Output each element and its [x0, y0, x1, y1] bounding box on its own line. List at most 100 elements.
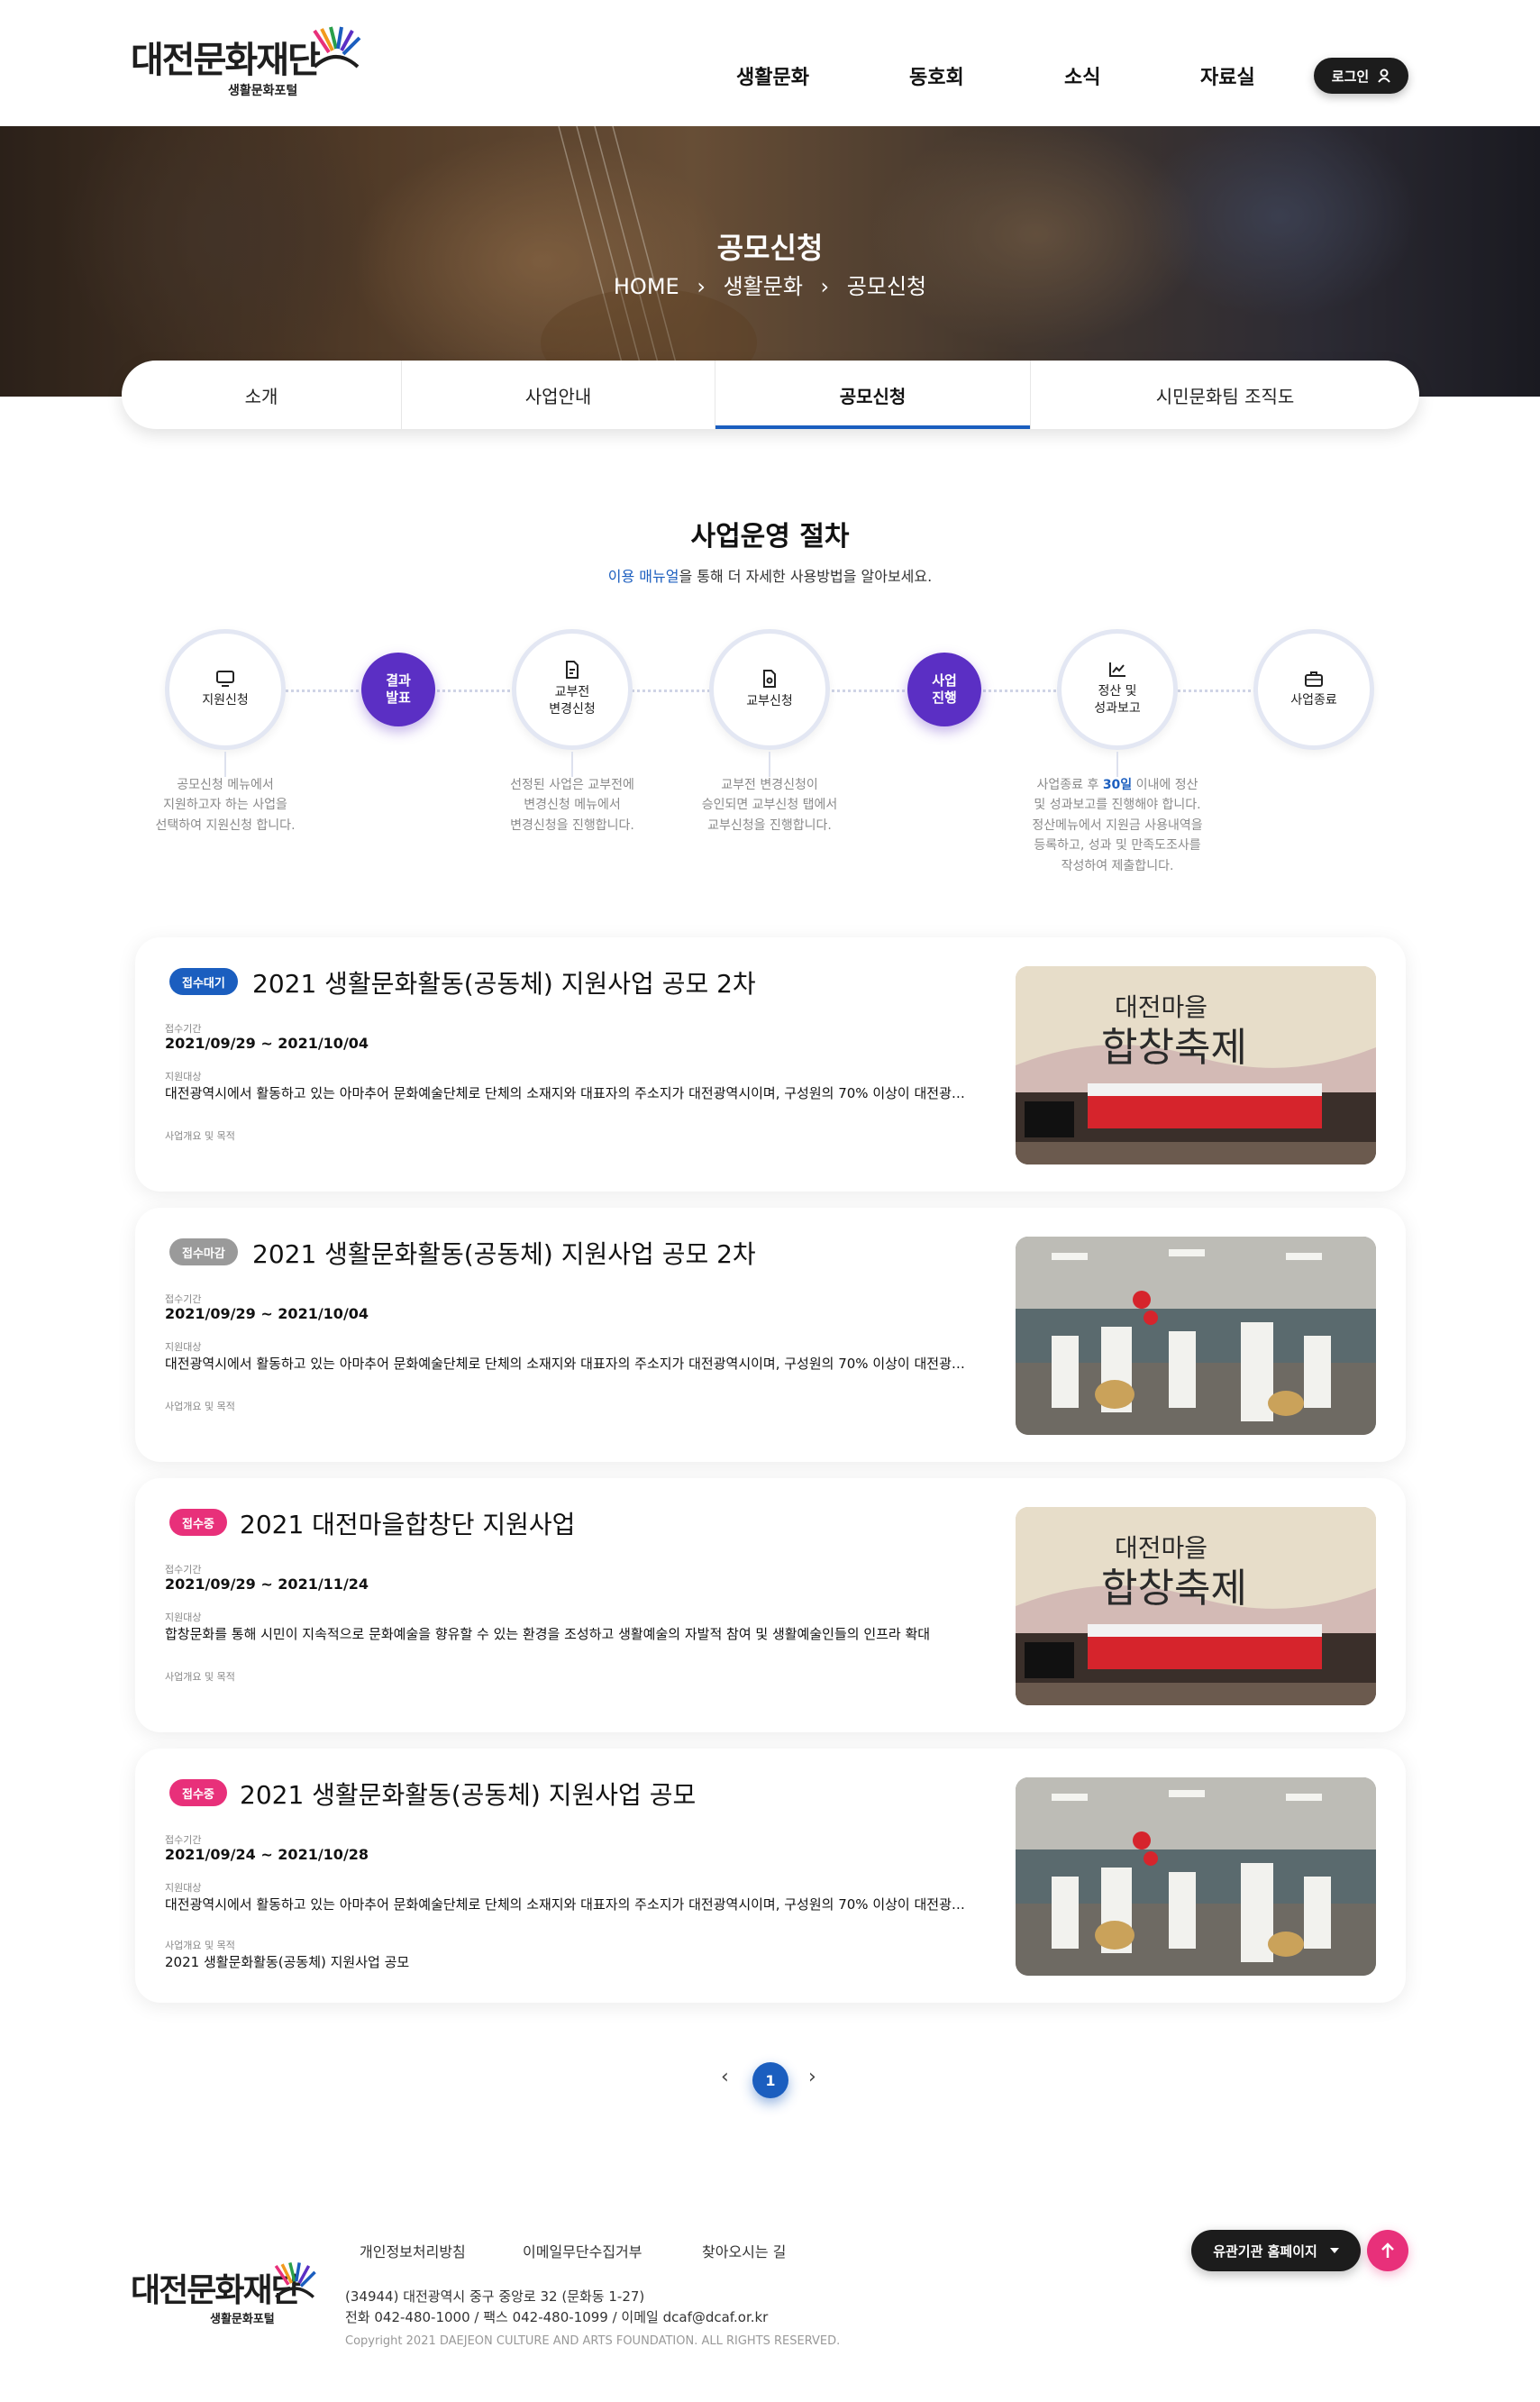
logo-sub-text: 생활문화포털 — [210, 2313, 275, 2326]
choir-photo: 대전마을 합창축제 — [1016, 966, 1376, 1164]
contest-card[interactable]: 접수대기 2021 생활문화활동(공동체) 지원사업 공모 2차 접수기간 20… — [135, 937, 1406, 1192]
traditional-performance-photo — [1016, 1777, 1376, 1976]
choir-photo: 대전마을 합창축제 — [1016, 1507, 1376, 1705]
tab-business-guide[interactable]: 사업안내 — [401, 361, 715, 429]
step-progress: 사업 진행 — [907, 653, 981, 726]
period-value: 2021/09/29 ~ 2021/10/04 — [165, 1035, 369, 1052]
tab-application[interactable]: 공모신청 — [715, 361, 1030, 429]
site-logo[interactable]: 대전문화재단 생활문화포털 — [131, 25, 365, 106]
svg-text:합창축제: 합창축제 — [1101, 1025, 1247, 1071]
step-grant-request-desc: 교부전 변경신청이 승인되면 교부신청 탭에서 교부신청을 진행합니다. — [701, 778, 838, 833]
purpose-label: 사업개요 및 목적 — [165, 1401, 235, 1412]
target-value: 대전광역시에서 활동하고 있는 아마추어 문화예술단체로 단체의 소재지와 대표… — [165, 1356, 976, 1372]
step-grant-request: 교부신청 — [709, 629, 830, 750]
step-label: 교부신청 — [746, 693, 793, 708]
card-title[interactable]: 2021 생활문화활동(공동체) 지원사업 공모 2차 — [252, 1235, 756, 1271]
logo-mark-icon — [313, 26, 361, 68]
step-connector — [224, 752, 226, 777]
prev-page-button[interactable]: ‹ — [721, 2066, 729, 2088]
purpose-value: 2021 생활문화활동(공동체) 지원사업 공모 — [165, 1954, 410, 1970]
step-label: 사업 진행 — [932, 671, 957, 707]
card-title[interactable]: 2021 대전마을합창단 지원사업 — [240, 1505, 575, 1541]
status-badge: 접수대기 — [169, 968, 238, 995]
user-icon — [1378, 68, 1391, 83]
nav-item-life-culture[interactable]: 생활문화 — [736, 61, 809, 90]
page-1-button[interactable]: 1 — [752, 2062, 788, 2098]
footer-link-privacy[interactable]: 개인정보처리방침 — [360, 2240, 466, 2261]
step-label: 교부전 변경신청 — [549, 685, 596, 717]
logo-sub-text: 생활문화포털 — [228, 84, 298, 98]
purpose-label: 사업개요 및 목적 — [165, 1671, 235, 1683]
target-label: 지원대상 — [165, 1612, 202, 1623]
chevron-right-icon: › — [697, 274, 706, 299]
target-label: 지원대상 — [165, 1071, 202, 1082]
arrow-up-icon — [1381, 2242, 1394, 2258]
briefcase-icon — [1305, 671, 1323, 687]
contest-card[interactable]: 접수마감 2021 생활문화활동(공동체) 지원사업 공모 2차 접수기간 20… — [135, 1208, 1406, 1462]
target-value: 대전광역시에서 활동하고 있는 아마추어 문화예술단체로 단체의 소재지와 대표… — [165, 1896, 976, 1913]
nav-item-archive[interactable]: 자료실 — [1200, 61, 1255, 90]
process-description: 이용 매뉴얼을 통해 더 자세한 사용방법을 알아보세요. — [0, 564, 1540, 586]
login-label: 로그인 — [1331, 68, 1370, 85]
step-apply: 지원신청 — [165, 629, 286, 750]
footer-link-email-refusal[interactable]: 이메일무단수집거부 — [523, 2240, 642, 2261]
status-badge: 접수마감 — [169, 1238, 238, 1265]
step-apply-desc: 공모신청 메뉴에서 지원하고자 하는 사업을 선택하여 지원신청 합니다. — [155, 778, 296, 833]
logo-mark-icon — [274, 2262, 316, 2298]
settle-desc-pre: 사업종료 후 — [1036, 778, 1103, 792]
next-page-button[interactable]: › — [808, 2066, 816, 2088]
settle-desc-highlight: 30일 — [1102, 778, 1133, 792]
card-title[interactable]: 2021 생활문화활동(공동체) 지원사업 공모 2차 — [252, 964, 756, 1000]
svg-text:대전마을: 대전마을 — [1115, 992, 1207, 1022]
footer-contact: 전화 042-480-1000 / 팩스 042-480-1099 / 이메일 … — [345, 2309, 769, 2325]
svg-text:합창축제: 합창축제 — [1101, 1566, 1247, 1612]
step-label: 사업종료 — [1290, 692, 1337, 708]
related-sites-label: 유관기관 홈페이지 — [1213, 2242, 1317, 2260]
footer-link-directions[interactable]: 찾아오시는 길 — [702, 2240, 786, 2261]
breadcrumb-life-culture[interactable]: 생활문화 — [724, 274, 803, 299]
nav-item-news[interactable]: 소식 — [1064, 61, 1100, 90]
target-label: 지원대상 — [165, 1341, 202, 1353]
traditional-performance-photo — [1016, 1237, 1376, 1435]
pagination: ‹ 1 › — [0, 2062, 1540, 2098]
period-label: 접수기간 — [165, 1564, 202, 1575]
page-title: 공모신청 — [716, 231, 824, 265]
contest-card[interactable]: 접수중 2021 대전마을합창단 지원사업 접수기간 2021/09/29 ~ … — [135, 1478, 1406, 1732]
related-sites-dropdown[interactable]: 유관기관 홈페이지 — [1191, 2230, 1361, 2271]
target-value: 합창문화를 통해 시민이 지속적으로 문화예술을 향유할 수 있는 환경을 조성… — [165, 1626, 931, 1642]
svg-text:대전마을: 대전마을 — [1115, 1533, 1207, 1563]
step-change-request: 교부전 변경신청 — [512, 629, 633, 750]
step-label: 결과 발표 — [386, 671, 411, 707]
chart-icon — [1109, 662, 1125, 678]
status-badge: 접수중 — [169, 1779, 227, 1806]
breadcrumb-home[interactable]: HOME — [614, 274, 679, 299]
process-title: 사업운영 절차 — [690, 521, 850, 553]
purpose-label: 사업개요 및 목적 — [165, 1130, 235, 1142]
step-settlement-desc: 사업종료 후 30일 이내에 정산 및 성과보고를 진행해야 합니다. 정산메뉴… — [1009, 775, 1226, 876]
period-label: 접수기간 — [165, 1023, 202, 1035]
period-label: 접수기간 — [165, 1834, 202, 1846]
card-title[interactable]: 2021 생활문화활동(공동체) 지원사업 공모 — [240, 1776, 696, 1812]
period-label: 접수기간 — [165, 1293, 202, 1305]
nav-item-club[interactable]: 동호회 — [909, 61, 964, 90]
tab-intro[interactable]: 소개 — [122, 361, 401, 429]
process-description-text: 을 통해 더 자세한 사용방법을 알아보세요. — [679, 568, 933, 585]
purpose-label: 사업개요 및 목적 — [165, 1940, 235, 1951]
target-value: 대전광역시에서 활동하고 있는 아마추어 문화예술단체로 단체의 소재지와 대표… — [165, 1085, 976, 1101]
step-result: 결과 발표 — [361, 653, 435, 726]
sub-tabs: 소개 사업안내 공모신청 시민문화팀 조직도 — [122, 361, 1419, 429]
contest-card[interactable]: 접수중 2021 생활문화활동(공동체) 지원사업 공모 접수기간 2021/0… — [135, 1749, 1406, 2003]
manual-link[interactable]: 이용 매뉴얼 — [608, 568, 679, 585]
login-button[interactable]: 로그인 — [1314, 58, 1408, 94]
step-connector — [769, 752, 770, 777]
caret-down-icon — [1329, 2248, 1339, 2253]
scroll-top-button[interactable] — [1367, 2230, 1408, 2271]
step-settlement: 정산 및 성과보고 — [1057, 629, 1178, 750]
logo-main-text: 대전문화재단 — [131, 40, 321, 81]
tab-org-chart[interactable]: 시민문화팀 조직도 — [1030, 361, 1419, 429]
step-label: 정산 및 성과보고 — [1094, 684, 1141, 716]
hero-banner: 공모신청 HOME › 생활문화 › 공모신청 — [0, 126, 1540, 397]
status-badge: 접수중 — [169, 1509, 227, 1536]
footer-address: (34944) 대전광역시 중구 중앙로 32 (문화동 1-27) — [345, 2288, 645, 2305]
document-icon — [763, 669, 776, 688]
